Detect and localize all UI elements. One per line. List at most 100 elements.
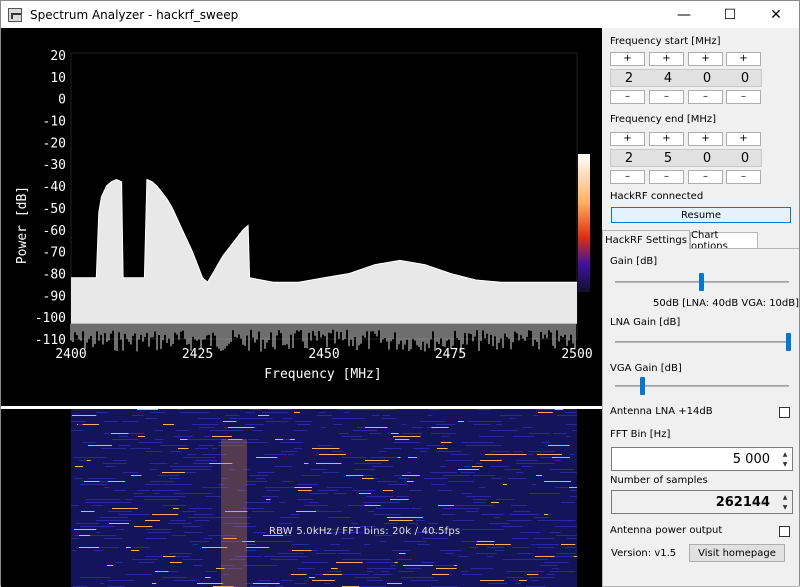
waterfall-line <box>565 547 593 548</box>
y-axis-label: Power [dB] <box>15 186 30 264</box>
waterfall-line <box>402 424 407 425</box>
waterfall-line <box>145 520 161 521</box>
lna-slider-thumb[interactable] <box>786 333 791 351</box>
freq-start-digit1-minus[interactable]: – <box>610 90 645 104</box>
freq-end-digit4-minus[interactable]: – <box>726 170 761 184</box>
close-button[interactable]: ✕ <box>753 1 799 28</box>
freq-end-digit4-plus[interactable]: + <box>726 132 761 146</box>
samples-label: Number of samples <box>610 475 708 486</box>
freq-start-digit4-plus[interactable]: + <box>726 52 761 66</box>
waterfall-line <box>471 445 476 446</box>
waterfall-line <box>382 571 390 572</box>
waterfall-line <box>81 457 107 458</box>
freq-end-digit2-minus[interactable]: – <box>649 170 684 184</box>
waterfall-canvas <box>71 409 594 587</box>
freq-end-digit: 0 <box>740 151 750 166</box>
visit-homepage-button[interactable]: Visit homepage <box>689 544 785 562</box>
waterfall-line <box>496 424 503 425</box>
freq-start-digit4-minus[interactable]: – <box>726 90 761 104</box>
samples-down-icon[interactable]: ▼ <box>779 502 791 512</box>
x-tick-label: 2400 <box>55 347 86 362</box>
waterfall-line <box>259 565 277 566</box>
antenna-lna-checkbox[interactable] <box>779 407 790 418</box>
waterfall-line <box>436 568 454 569</box>
freq-end-digit1-minus[interactable]: – <box>610 170 645 184</box>
waterfall-line <box>365 460 389 461</box>
waterfall-line <box>569 544 574 545</box>
fft-bin-up-icon[interactable]: ▲ <box>779 449 791 459</box>
waterfall-line <box>283 487 295 488</box>
waterfall-line <box>504 469 521 470</box>
waterfall-line <box>115 562 123 563</box>
waterfall-line <box>119 514 133 515</box>
y-tick-label: -50 <box>43 202 66 217</box>
waterfall-line <box>552 556 574 557</box>
waterfall-line <box>537 454 562 455</box>
fft-bin-down-icon[interactable]: ▼ <box>779 459 791 469</box>
waterfall-line <box>282 481 294 482</box>
waterfall-line <box>74 529 97 530</box>
waterfall-line <box>363 502 391 503</box>
antenna-power-checkbox[interactable] <box>779 526 790 537</box>
freq-start-digit3-plus[interactable]: + <box>688 52 723 66</box>
waterfall-line <box>458 469 479 470</box>
freq-end-digit3-plus[interactable]: + <box>688 132 723 146</box>
vga-gain-label: VGA Gain [dB] <box>610 363 682 374</box>
waterfall-line <box>434 472 458 473</box>
waterfall-line <box>309 502 319 503</box>
waterfall-line <box>379 451 387 452</box>
spectrum-plot[interactable]: 20 10 0 -10 -20 -30 -40 -50 -60 -70 -80 -90 -100 -110… <box>1 28 602 406</box>
samples-up-icon[interactable]: ▲ <box>779 492 791 502</box>
waterfall-line <box>169 478 180 479</box>
waterfall-line <box>362 478 374 479</box>
vga-slider-thumb[interactable] <box>639 377 645 395</box>
waterfall-line <box>372 415 380 416</box>
waterfall-line <box>155 571 169 572</box>
freq-start-digit2-minus[interactable]: – <box>649 90 684 104</box>
waterfall-line <box>76 523 100 524</box>
waterfall-line <box>411 580 439 581</box>
gain-slider-thumb[interactable] <box>699 273 704 291</box>
waterfall-line <box>493 430 515 431</box>
freq-start-digit3-minus[interactable]: – <box>688 90 723 104</box>
freq-end-digit3-minus[interactable]: – <box>688 170 723 184</box>
waterfall-line <box>445 553 454 554</box>
freq-start-digit2-plus[interactable]: + <box>649 52 684 66</box>
freq-start-digit1-plus[interactable]: + <box>610 52 645 66</box>
waterfall-line <box>245 424 265 425</box>
waterfall-line <box>137 409 159 410</box>
y-tick-label: -80 <box>43 267 66 282</box>
waterfall-line <box>538 412 553 413</box>
waterfall-line <box>502 526 523 527</box>
waterfall-line <box>387 583 402 584</box>
fft-bin-value: 5 000 <box>732 451 770 467</box>
waterfall-line <box>331 568 338 569</box>
waterfall-line <box>561 502 575 503</box>
maximize-button[interactable]: ☐ <box>707 1 753 28</box>
waterfall-line <box>557 415 582 416</box>
waterfall-line <box>464 466 472 467</box>
waterfall-line <box>438 490 452 491</box>
tab-chart-options[interactable]: Chart options <box>690 230 758 252</box>
lna-slider-track[interactable] <box>615 341 789 343</box>
waterfall-line <box>420 421 445 422</box>
waterfall-line <box>102 526 109 527</box>
waterfall-line <box>431 484 446 485</box>
waterfall-line <box>319 454 346 455</box>
samples-input[interactable]: 262144 ▲ ▼ <box>611 490 793 514</box>
waterfall-line <box>75 466 84 467</box>
waterfall-line <box>458 556 469 557</box>
waterfall-line <box>367 571 374 572</box>
freq-end-digit1-plus[interactable]: + <box>610 132 645 146</box>
waterfall-line <box>184 532 203 533</box>
waterfall-line <box>498 466 509 467</box>
minimize-button[interactable]: — <box>661 1 707 28</box>
freq-end-digit2-plus[interactable]: + <box>649 132 684 146</box>
tab-hackrf-settings[interactable]: HackRF Settings <box>602 230 690 249</box>
fft-bin-input[interactable]: 5 000 ▲ ▼ <box>611 447 793 471</box>
waterfall-line <box>104 487 110 488</box>
waterfall-line <box>567 538 592 539</box>
waterfall-line <box>344 538 351 539</box>
resume-button[interactable]: Resume <box>611 207 791 223</box>
waterfall-line <box>228 427 255 428</box>
